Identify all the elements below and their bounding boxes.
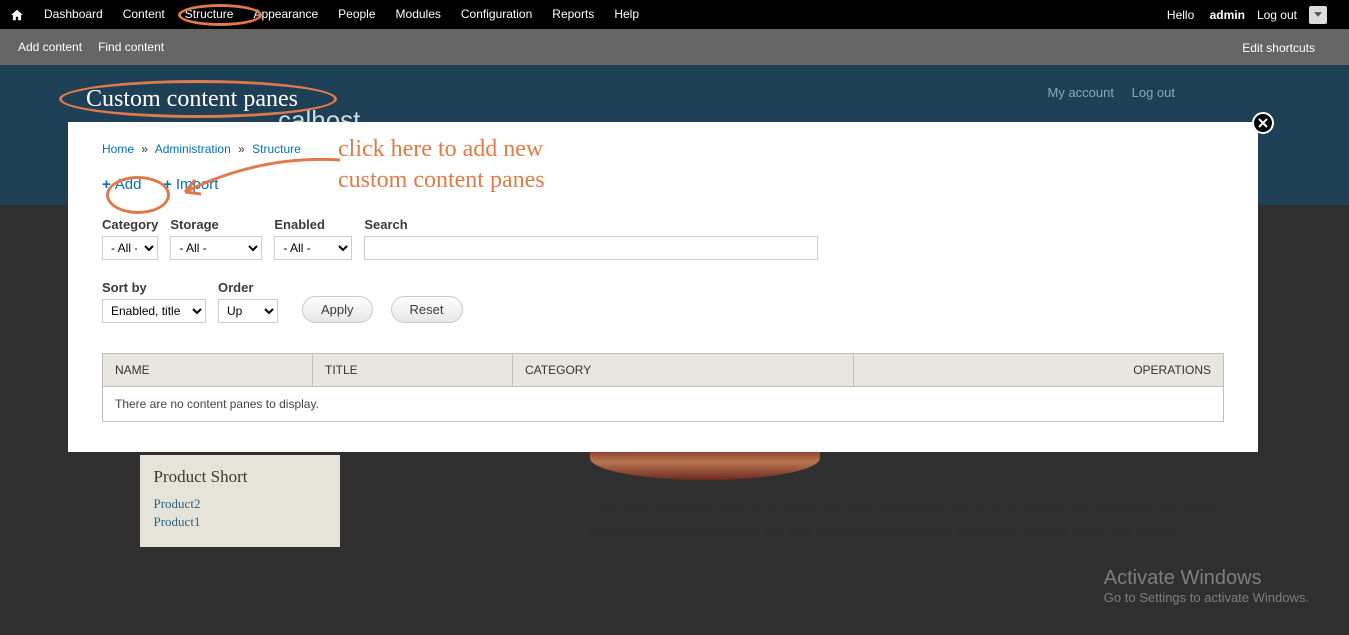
nav-structure[interactable]: Structure — [175, 0, 244, 29]
food-image — [590, 450, 820, 480]
background-paragraph: Close your cookbooks, look in the fridge… — [590, 500, 1349, 543]
empty-message: There are no content panes to display. — [103, 387, 1224, 422]
plus-icon: + — [102, 176, 111, 193]
action-links: +Add +Import — [102, 176, 1224, 193]
filter-sortby: Sort by Enabled, title — [102, 280, 206, 323]
toolbar-dropdown-toggle[interactable] — [1309, 6, 1327, 24]
home-icon[interactable] — [10, 8, 24, 22]
table-row: There are no content panes to display. — [103, 387, 1224, 422]
page-title: Custom content panes — [68, 86, 1258, 113]
breadcrumb-admin[interactable]: Administration — [155, 142, 231, 156]
breadcrumb-sep: » — [238, 142, 245, 156]
category-label: Category — [102, 217, 158, 232]
shortcut-find-content[interactable]: Find content — [98, 40, 164, 54]
filter-enabled: Enabled - All - — [274, 217, 352, 260]
breadcrumb-sep: » — [141, 142, 148, 156]
close-icon[interactable] — [1252, 112, 1274, 134]
filter-category: Category - All - — [102, 217, 158, 260]
breadcrumb-home[interactable]: Home — [102, 142, 134, 156]
sidebar-block-title: Product Short — [154, 467, 326, 487]
breadcrumb-structure[interactable]: Structure — [252, 142, 301, 156]
windows-watermark: Activate Windows Go to Settings to activ… — [1104, 567, 1309, 605]
col-title[interactable]: TITLE — [313, 354, 513, 387]
nav-content[interactable]: Content — [113, 0, 175, 29]
nav-modules[interactable]: Modules — [386, 0, 451, 29]
apply-button[interactable]: Apply — [302, 296, 373, 323]
enabled-select[interactable]: - All - — [274, 236, 352, 260]
category-select[interactable]: - All - — [102, 236, 158, 260]
hello-label: Hello admin — [1167, 8, 1245, 22]
order-select[interactable]: Up — [218, 299, 278, 323]
admin-user-area: Hello admin Log out — [1167, 6, 1339, 24]
table-header-row: NAME TITLE CATEGORY OPERATIONS — [103, 354, 1224, 387]
filters-row-1: Category - All - Storage - All - Enabled… — [102, 217, 1224, 260]
shortcut-add-content[interactable]: Add content — [18, 40, 82, 54]
filter-search: Search — [364, 217, 818, 260]
nav-dashboard[interactable]: Dashboard — [34, 0, 113, 29]
filters-row-2: Sort by Enabled, title Order Up Apply Re… — [102, 280, 1224, 323]
edit-shortcuts-link[interactable]: Edit shortcuts — [1242, 41, 1315, 55]
shortcuts-right: Edit shortcuts — [1242, 40, 1331, 55]
sortby-select[interactable]: Enabled, title — [102, 299, 206, 323]
col-category[interactable]: CATEGORY — [513, 354, 854, 387]
admin-nav: Dashboard Content Structure Appearance P… — [34, 0, 649, 29]
nav-reports[interactable]: Reports — [542, 0, 604, 29]
enabled-label: Enabled — [274, 217, 352, 232]
sidebar-link-product2[interactable]: Product2 — [154, 495, 326, 513]
filter-order: Order Up — [218, 280, 278, 323]
overlay-modal: Custom content panes Home » Administrati… — [68, 86, 1258, 452]
storage-select[interactable]: - All - — [170, 236, 262, 260]
reset-button[interactable]: Reset — [391, 296, 463, 323]
sidebar-block: Product Short Product2 Product1 — [140, 455, 340, 547]
col-name[interactable]: NAME — [103, 354, 313, 387]
sidebar-link-product1[interactable]: Product1 — [154, 513, 326, 531]
import-link[interactable]: +Import — [163, 176, 218, 193]
filter-storage: Storage - All - — [170, 217, 262, 260]
search-input[interactable] — [364, 236, 818, 260]
admin-toolbar: Dashboard Content Structure Appearance P… — [0, 0, 1349, 29]
nav-configuration[interactable]: Configuration — [451, 0, 542, 29]
order-label: Order — [218, 280, 278, 295]
nav-people[interactable]: People — [328, 0, 385, 29]
watermark-title: Activate Windows — [1104, 567, 1309, 590]
col-operations[interactable]: OPERATIONS — [854, 354, 1224, 387]
add-link[interactable]: +Add — [102, 176, 141, 193]
plus-icon: + — [163, 176, 172, 193]
admin-logout-link[interactable]: Log out — [1257, 8, 1297, 22]
search-label: Search — [364, 217, 818, 232]
filter-buttons: Apply Reset — [302, 280, 463, 323]
nav-help[interactable]: Help — [604, 0, 649, 29]
storage-label: Storage — [170, 217, 262, 232]
nav-appearance[interactable]: Appearance — [243, 0, 328, 29]
content-panes-table: NAME TITLE CATEGORY OPERATIONS There are… — [102, 353, 1224, 422]
sortby-label: Sort by — [102, 280, 206, 295]
breadcrumb: Home » Administration » Structure — [102, 142, 1224, 156]
shortcuts-bar: Add content Find content Edit shortcuts — [0, 29, 1349, 65]
watermark-subtitle: Go to Settings to activate Windows. — [1104, 590, 1309, 605]
